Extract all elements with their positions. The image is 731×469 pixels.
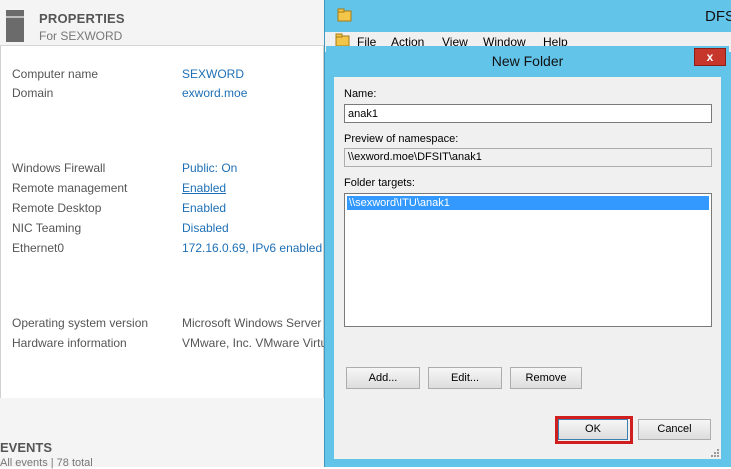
resize-grip-icon[interactable] [711,449,719,457]
property-label: Ethernet0 [12,241,65,255]
dialog-title: New Folder [491,53,564,69]
property-row-remote-management: Remote management Enabled [12,181,325,197]
events-section: EVENTS All events | 78 total [0,398,324,469]
property-label: Remote Desktop [12,201,102,215]
property-value-link[interactable]: Enabled [182,181,226,195]
properties-title: PROPERTIES [39,11,125,26]
property-label: NIC Teaming [12,221,82,235]
property-label: Remote management [12,181,128,195]
property-row-remote-desktop: Remote Desktop Enabled [12,201,325,217]
property-value-link[interactable]: Disabled [182,221,229,235]
property-label: Operating system version [12,316,149,330]
property-row-hardware-info: Hardware information VMware, Inc. VMware… [12,336,328,352]
property-label: Domain [12,86,54,100]
properties-body: Computer name SEXWORD Domain exword.moe … [0,46,328,399]
name-input[interactable] [344,104,712,123]
property-label: Windows Firewall [12,161,106,175]
dfs-app-icon [337,8,352,22]
property-value-link[interactable]: Public: On [182,161,237,175]
window-title: DFS [705,8,731,25]
properties-header: PROPERTIES For SEXWORD [0,0,324,46]
close-icon: x [706,50,714,64]
events-title: EVENTS [0,440,53,455]
property-label: Hardware information [12,336,127,350]
cancel-button[interactable]: Cancel [638,419,711,440]
property-row-os-version: Operating system version Microsoft Windo… [12,316,325,332]
close-button[interactable]: x [694,48,726,66]
property-value-link[interactable]: 172.16.0.69, IPv6 enabled [182,241,322,255]
folder-targets-label: Folder targets: [344,177,415,189]
property-row-domain: Domain exword.moe [12,86,325,102]
property-row-windows-firewall: Windows Firewall Public: On [12,161,325,177]
property-row-computer-name: Computer name SEXWORD [12,67,325,83]
dialog-content: Name: Preview of namespace: \\exword.moe… [334,77,721,459]
property-row-ethernet0: Ethernet0 172.16.0.69, IPv6 enabled [12,241,325,257]
remove-button[interactable]: Remove [510,367,582,389]
ok-button[interactable]: OK [558,419,628,440]
property-label: Computer name [12,67,99,81]
property-value-link[interactable]: SEXWORD [182,67,244,81]
property-value: Microsoft Windows Server [182,316,322,330]
folder-targets-list[interactable]: \\sexword\ITU\anak1 [344,193,712,327]
events-subtitle: All events | 78 total [0,457,93,469]
list-item[interactable]: \\sexword\ITU\anak1 [347,196,709,210]
edit-button[interactable]: Edit... [428,367,502,389]
property-row-nic-teaming: NIC Teaming Disabled [12,221,325,237]
property-value: VMware, Inc. VMware Virtu [182,336,328,350]
property-value-link[interactable]: Enabled [182,201,226,215]
name-label: Name: [344,88,377,100]
preview-label: Preview of namespace: [344,133,459,145]
server-manager-panel: PROPERTIES For SEXWORD Computer name SEX… [0,0,328,469]
add-button[interactable]: Add... [346,367,420,389]
properties-subtitle: For SEXWORD [39,29,123,43]
folder-icon [335,33,350,47]
preview-namespace-field: \\exword.moe\DFSIT\anak1 [344,148,712,167]
new-folder-dialog: New Folder x Name: Preview of namespace:… [326,46,729,465]
property-value-link[interactable]: exword.moe [182,86,247,100]
server-icon [6,10,24,42]
